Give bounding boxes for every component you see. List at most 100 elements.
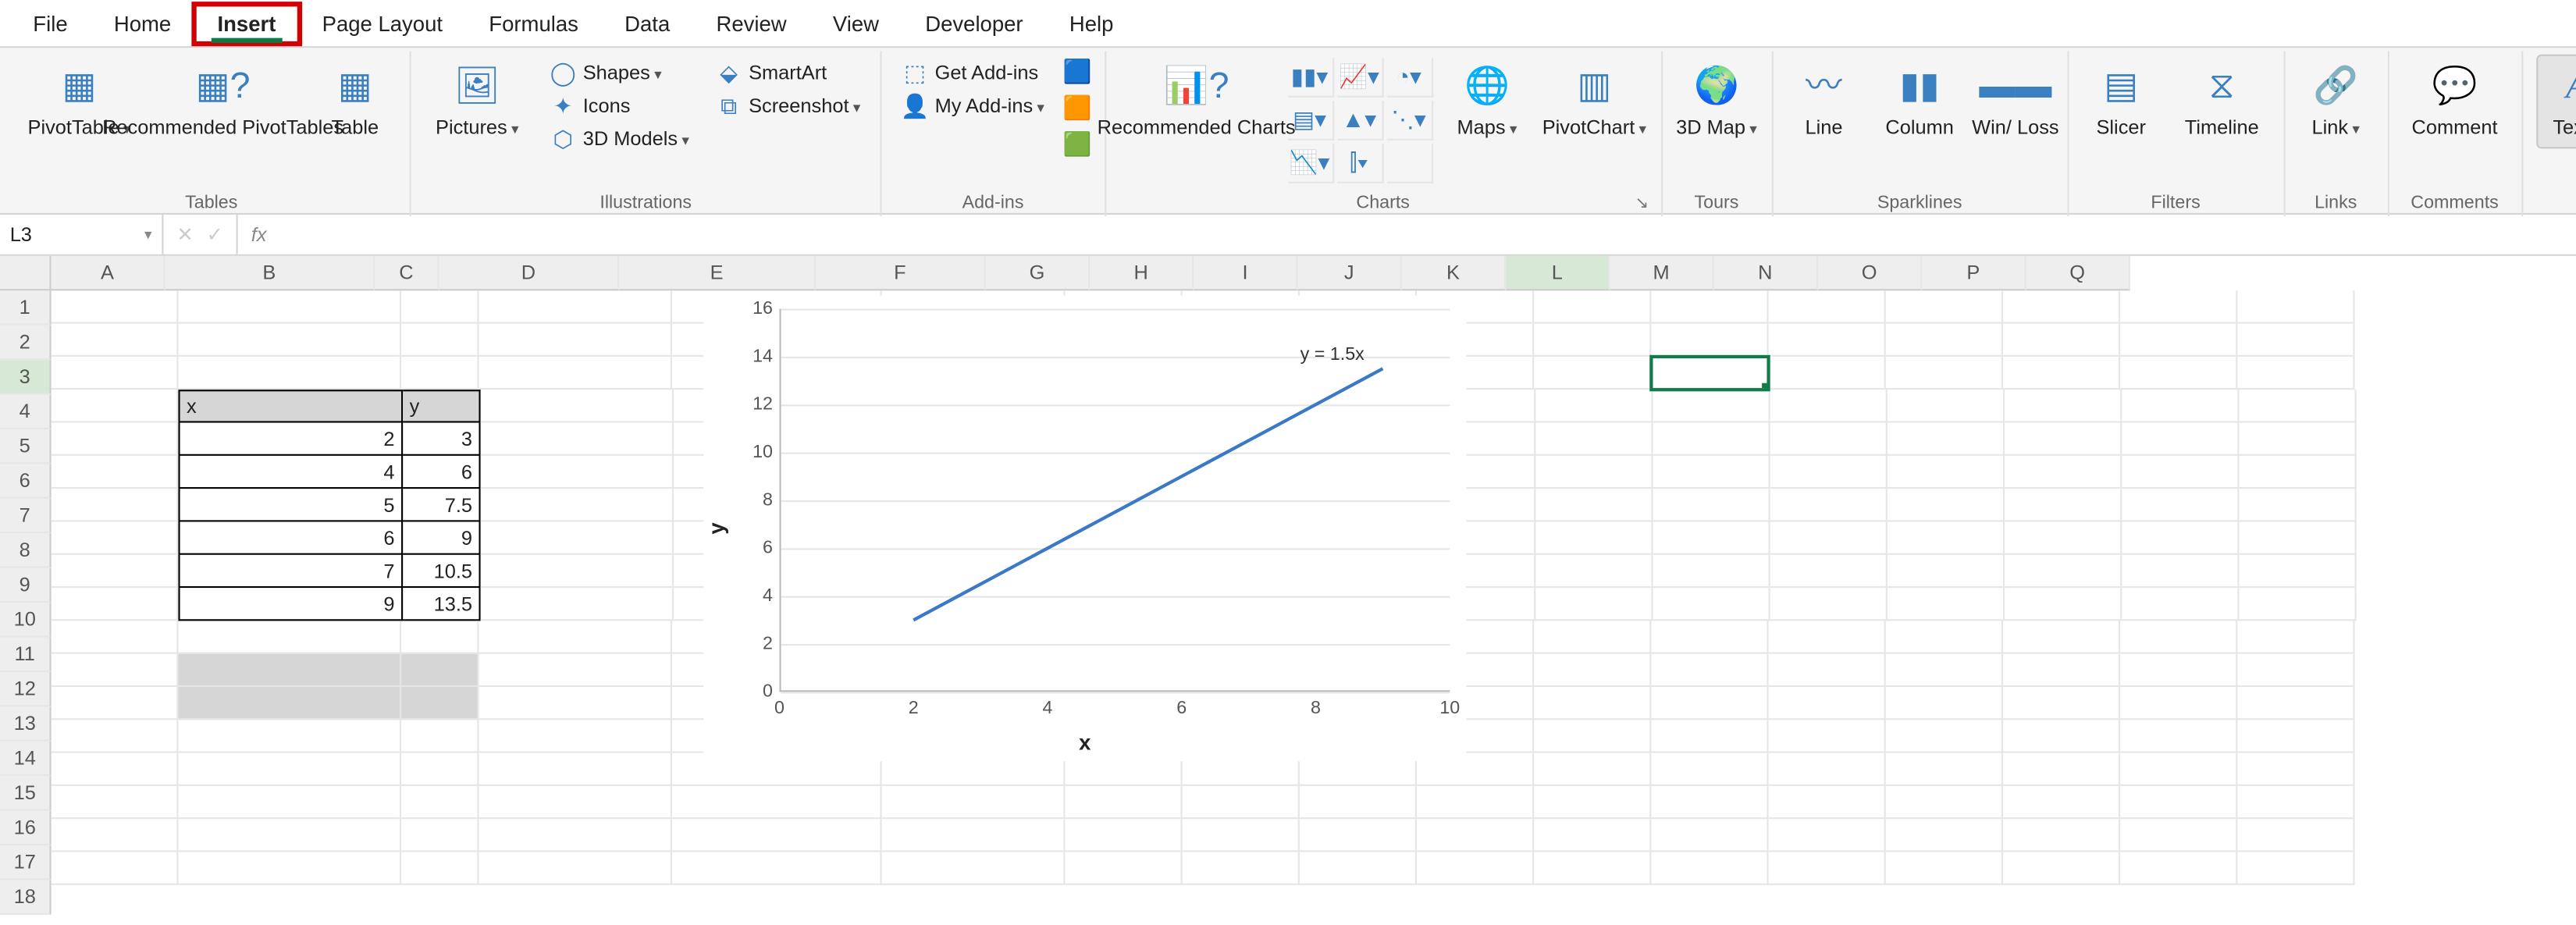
cell-Q8[interactable] (2239, 521, 2356, 554)
row-header-14[interactable]: 14 (0, 742, 52, 776)
icons-button[interactable]: ✦Icons (543, 91, 696, 120)
cell-L2[interactable] (1651, 324, 1768, 357)
stock-chart-button[interactable]: 📉▾ (1287, 144, 1333, 183)
row-header-16[interactable]: 16 (0, 811, 52, 845)
cell-Q6[interactable] (2239, 456, 2356, 489)
bar-chart-button[interactable]: ▤▾ (1287, 101, 1333, 141)
cell-K14[interactable] (1534, 720, 1651, 752)
cell-F18[interactable] (882, 852, 1066, 885)
sparkline-winloss-button[interactable]: ▬▬ Win/ Loss (1977, 55, 2053, 147)
cell-A14[interactable] (52, 720, 179, 752)
cell-A4[interactable] (52, 390, 179, 422)
column-header-B[interactable]: B (165, 256, 375, 290)
column-header-K[interactable]: K (1402, 256, 1506, 290)
row-header-8[interactable]: 8 (0, 533, 52, 567)
cell-B3[interactable] (178, 357, 401, 390)
cell-M12[interactable] (1769, 654, 1886, 687)
cell-K18[interactable] (1534, 852, 1651, 885)
cell-Q9[interactable] (2239, 555, 2356, 588)
cell-B18[interactable] (178, 852, 401, 885)
cancel-formula-icon[interactable]: ✕ (176, 223, 193, 247)
cell-D3[interactable] (479, 357, 672, 390)
cell-Q2[interactable] (2237, 324, 2354, 357)
cell-G18[interactable] (1065, 852, 1182, 885)
cell-C10[interactable]: 13.5 (403, 588, 480, 621)
cell-C11[interactable] (401, 621, 479, 653)
cell-P16[interactable] (2120, 786, 2237, 819)
cell-O15[interactable] (2003, 753, 2120, 786)
cell-Q13[interactable] (2237, 687, 2354, 720)
cell-D5[interactable] (481, 423, 674, 456)
cell-F17[interactable] (882, 819, 1066, 852)
cell-Q18[interactable] (2237, 852, 2354, 885)
cell-B4[interactable]: x (178, 390, 403, 422)
cell-N12[interactable] (1886, 654, 2003, 687)
cell-L14[interactable] (1651, 720, 1768, 752)
cell-A7[interactable] (52, 489, 179, 521)
cell-Q10[interactable] (2239, 588, 2356, 621)
cell-E16[interactable] (672, 786, 882, 819)
cell-C3[interactable] (401, 357, 479, 390)
column-header-E[interactable]: E (619, 256, 816, 290)
column-header-Q[interactable]: Q (2026, 256, 2130, 290)
cell-B10[interactable]: 9 (178, 588, 403, 621)
scatter-chart-button[interactable]: ⋱▾ (1386, 101, 1432, 141)
cell-K12[interactable] (1534, 654, 1651, 687)
cell-B11[interactable] (178, 621, 401, 653)
cell-O10[interactable] (2005, 588, 2122, 621)
column-header-A[interactable]: A (52, 256, 165, 290)
cell-N11[interactable] (1886, 621, 2003, 653)
pie-chart-button[interactable]: ◔▾ (1386, 58, 1432, 98)
column-chart-button[interactable]: ▮▮▾ (1287, 58, 1333, 98)
cell-L10[interactable] (1653, 588, 1770, 621)
column-header-M[interactable]: M (1610, 256, 1714, 290)
row-header-3[interactable]: 3 (0, 360, 52, 394)
cell-L5[interactable] (1653, 423, 1770, 456)
recommended-pivottables-button[interactable]: ▦? Recommended PivotTables (145, 55, 301, 147)
row-header-7[interactable]: 7 (0, 499, 52, 533)
embedded-chart[interactable]: y x 0246810121416 0246810 y = 1.5x (703, 296, 1466, 762)
cell-O18[interactable] (2003, 852, 2120, 885)
cell-D4[interactable] (481, 390, 674, 422)
cell-J16[interactable] (1417, 786, 1534, 819)
cell-B1[interactable] (178, 290, 401, 323)
cell-A8[interactable] (52, 521, 179, 554)
cell-N3[interactable] (1886, 357, 2003, 390)
row-header-18[interactable]: 18 (0, 881, 52, 915)
select-all-corner[interactable] (0, 256, 52, 290)
cell-Q4[interactable] (2239, 390, 2356, 422)
cell-P17[interactable] (2120, 819, 2237, 852)
cell-N16[interactable] (1886, 786, 2003, 819)
row-header-17[interactable]: 17 (0, 845, 52, 880)
bing-icon[interactable]: 🟦 (1064, 58, 1091, 84)
cell-L12[interactable] (1651, 654, 1768, 687)
cell-O3[interactable] (2003, 357, 2120, 390)
column-header-P[interactable]: P (1922, 256, 2026, 290)
cell-Q15[interactable] (2237, 753, 2354, 786)
cell-O1[interactable] (2003, 290, 2120, 323)
cell-N8[interactable] (1888, 521, 2005, 554)
tab-data[interactable]: Data (602, 4, 693, 42)
cell-M2[interactable] (1769, 324, 1886, 357)
cell-M11[interactable] (1769, 621, 1886, 653)
column-header-G[interactable]: G (986, 256, 1090, 290)
cell-L9[interactable] (1653, 555, 1770, 588)
cell-N18[interactable] (1886, 852, 2003, 885)
row-header-6[interactable]: 6 (0, 464, 52, 498)
cell-A15[interactable] (52, 753, 179, 786)
row-header-1[interactable]: 1 (0, 290, 52, 325)
cell-D9[interactable] (481, 555, 674, 588)
cell-P5[interactable] (2122, 423, 2239, 456)
cell-Q1[interactable] (2237, 290, 2354, 323)
tab-review[interactable]: Review (693, 4, 809, 42)
cell-A9[interactable] (52, 555, 179, 588)
cell-Q16[interactable] (2237, 786, 2354, 819)
cell-M7[interactable] (1770, 489, 1888, 521)
cell-N1[interactable] (1886, 290, 2003, 323)
cell-C4[interactable]: y (403, 390, 480, 422)
cell-C15[interactable] (401, 753, 479, 786)
cell-C12[interactable] (401, 654, 479, 687)
3d-models-button[interactable]: ⬡3D Models (543, 124, 696, 154)
cell-B7[interactable]: 5 (178, 489, 403, 521)
smartart-button[interactable]: ⬙SmartArt (709, 58, 867, 87)
